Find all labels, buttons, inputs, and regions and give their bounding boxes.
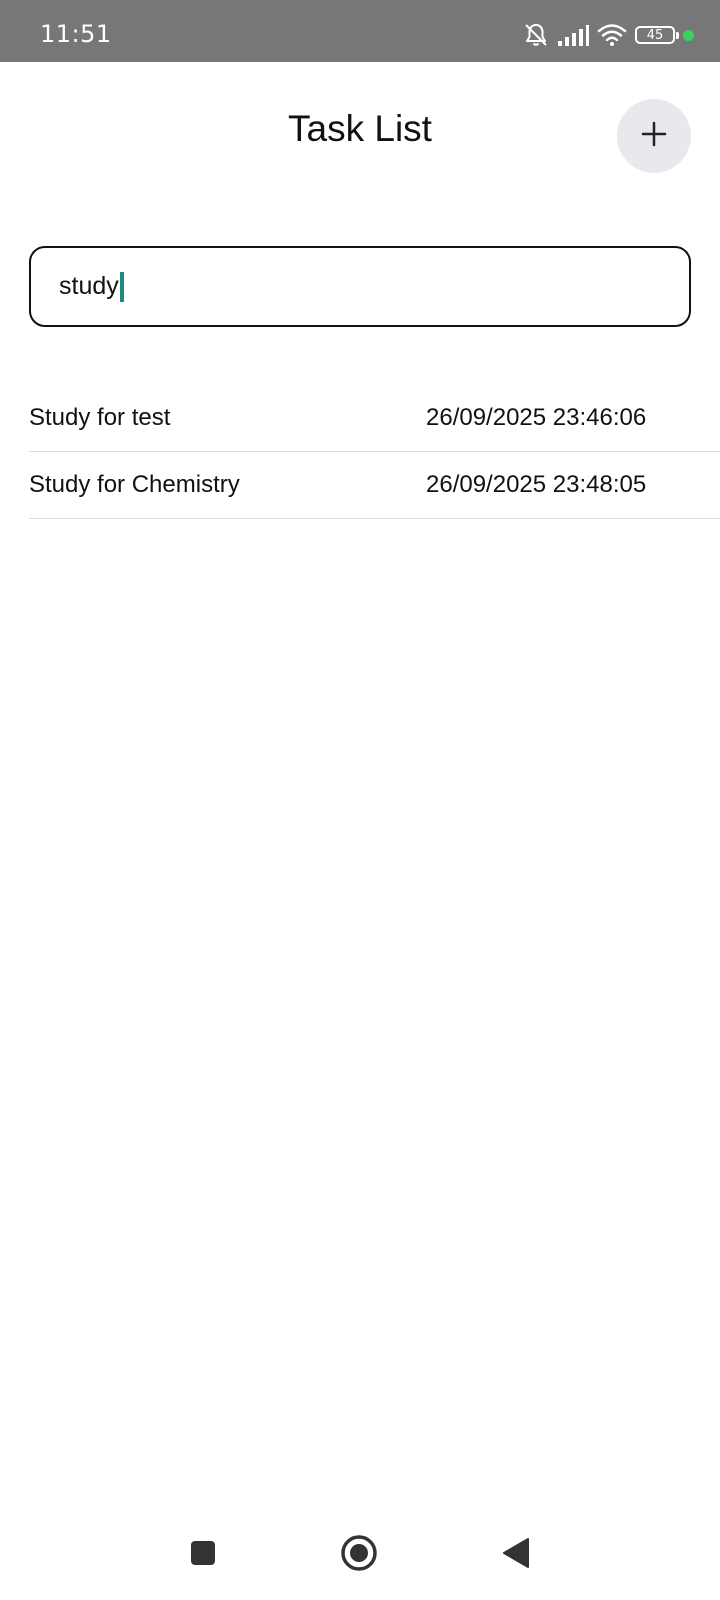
recents-square-icon [189, 1539, 217, 1572]
task-date: 26/09/2025 23:46:06 [426, 404, 647, 431]
bell-muted-icon [523, 22, 549, 48]
task-title: Study for Chemistry [29, 471, 240, 498]
recents-button[interactable] [183, 1535, 223, 1575]
status-icons: 45 [523, 20, 694, 50]
back-triangle-icon [501, 1537, 531, 1574]
task-title: Study for test [29, 404, 171, 431]
plus-icon [641, 121, 667, 152]
battery-icon: 45 [635, 26, 679, 44]
search-input[interactable]: study [29, 246, 691, 327]
status-time: 11:51 [40, 20, 112, 48]
wifi-icon [597, 23, 627, 47]
text-cursor [119, 271, 124, 302]
add-task-button[interactable] [617, 99, 691, 173]
battery-level: 45 [646, 27, 664, 43]
status-bar: 11:51 45 [0, 0, 720, 62]
home-circle-icon [340, 1534, 378, 1577]
back-button[interactable] [496, 1535, 536, 1575]
page-title: Task List [288, 108, 432, 149]
task-list: Study for test 26/09/2025 23:46:06 Study… [29, 385, 720, 519]
task-row[interactable]: Study for Chemistry 26/09/2025 23:48:05 [29, 452, 720, 519]
home-button[interactable] [339, 1534, 379, 1577]
green-dot-indicator [683, 29, 694, 41]
task-date: 26/09/2025 23:48:05 [426, 471, 647, 498]
task-row[interactable]: Study for test 26/09/2025 23:46:06 [29, 385, 720, 452]
signal-icon [557, 24, 589, 46]
search-input-value: study [59, 272, 119, 300]
navigation-bar [0, 1520, 720, 1590]
